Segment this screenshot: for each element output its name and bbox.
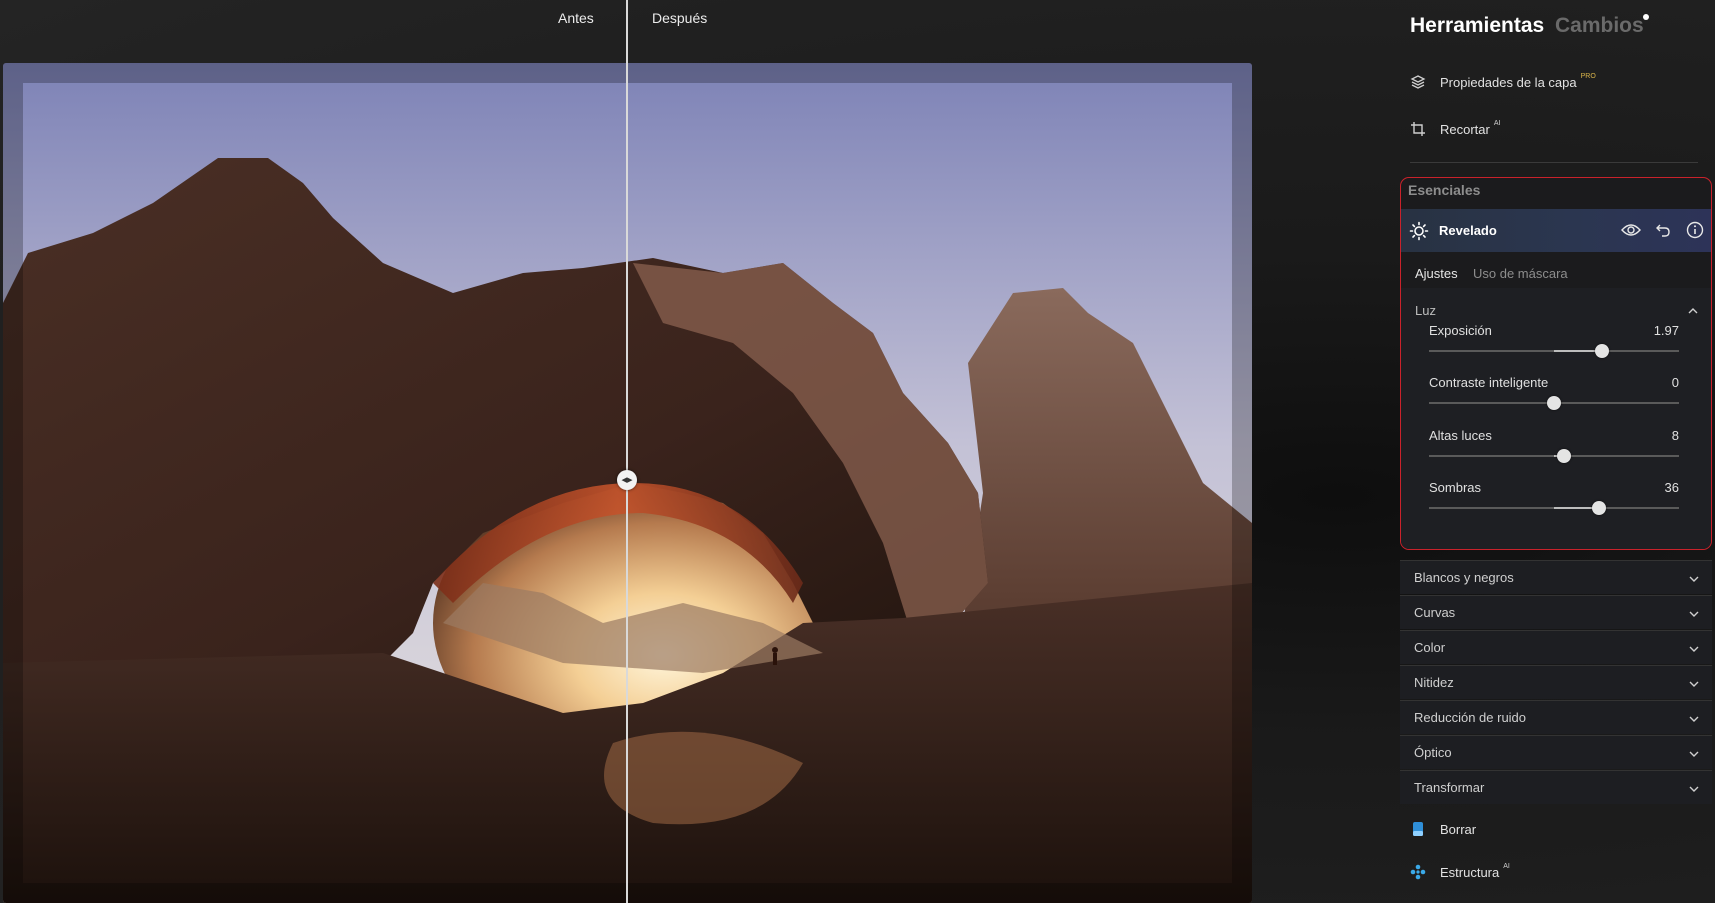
tab-changes[interactable]: Cambios (1555, 14, 1644, 38)
section-label: Óptico (1414, 745, 1452, 760)
compare-split-handle[interactable]: ◂▸ (617, 470, 637, 490)
ai-badge: AI (1503, 862, 1510, 870)
chevron-down-icon (1688, 572, 1700, 584)
section-transform[interactable]: Transformar (1400, 770, 1712, 804)
after-label: Después (652, 10, 708, 26)
structure-button[interactable]: Estructura AI (1410, 861, 1510, 883)
revelado-label: Revelado (1439, 223, 1497, 238)
section-curves[interactable]: Curvas (1400, 595, 1712, 629)
structure-label: Estructura (1440, 864, 1500, 880)
chevron-down-icon (1688, 747, 1700, 759)
slider-thumb[interactable] (1557, 449, 1571, 463)
chevron-up-icon[interactable] (1687, 304, 1699, 316)
section-label: Reducción de ruido (1414, 710, 1527, 725)
section-label: Blancos y negros (1414, 570, 1514, 585)
panel-divider (1410, 162, 1698, 163)
subtab-masking[interactable]: Uso de máscara (1473, 266, 1568, 281)
crop-label: Recortar (1440, 121, 1490, 137)
smart-contrast-slider[interactable]: Contraste inteligente 0 (1429, 375, 1679, 423)
slider-label: Contraste inteligente (1429, 375, 1549, 390)
slider-value[interactable]: 8 (1672, 428, 1679, 443)
section-label: Curvas (1414, 605, 1456, 620)
chevron-down-icon (1688, 642, 1700, 654)
section-sharpness[interactable]: Nitidez (1400, 665, 1712, 699)
slider-label: Altas luces (1429, 428, 1492, 443)
info-icon[interactable] (1685, 220, 1705, 240)
undo-icon[interactable] (1653, 220, 1673, 240)
chevron-down-icon (1688, 782, 1700, 794)
luz-section: Luz Exposición 1.97 Contraste inteligent… (1401, 288, 1711, 549)
section-label: Nitidez (1414, 675, 1454, 690)
luz-section-title[interactable]: Luz (1415, 303, 1436, 318)
photo-editor-window: Antes Después ◂▸ Herramientas Cambios Pr… (0, 0, 1715, 903)
section-label: Transformar (1414, 780, 1485, 795)
right-panel: Herramientas Cambios Propiedades de la c… (1400, 0, 1715, 903)
eye-icon[interactable] (1621, 220, 1641, 240)
chevron-down-icon (1688, 712, 1700, 724)
highlights-slider[interactable]: Altas luces 8 (1429, 428, 1679, 476)
revelado-tool-header[interactable]: Revelado (1401, 209, 1711, 252)
section-optics[interactable]: Óptico (1400, 735, 1712, 769)
shadows-slider[interactable]: Sombras 36 (1429, 480, 1679, 528)
crop-icon (1410, 121, 1426, 137)
slider-value[interactable]: 0 (1672, 375, 1679, 390)
layer-properties-button[interactable]: Propiedades de la capa PRO (1410, 71, 1596, 93)
structure-icon (1410, 864, 1426, 880)
slider-label: Sombras (1429, 480, 1482, 495)
sun-icon (1409, 221, 1429, 241)
compare-split-line[interactable] (626, 0, 628, 903)
exposure-slider[interactable]: Exposición 1.97 (1429, 323, 1679, 371)
section-whites-blacks[interactable]: Blancos y negros (1400, 560, 1712, 594)
layers-icon (1410, 74, 1426, 90)
revelado-actions (1621, 220, 1705, 240)
section-color[interactable]: Color (1400, 630, 1712, 664)
before-label: Antes (558, 10, 594, 26)
layer-properties-label: Propiedades de la capa (1440, 74, 1577, 90)
slider-value[interactable]: 1.97 (1654, 323, 1679, 338)
ai-badge: AI (1493, 119, 1501, 127)
slider-thumb[interactable] (1595, 344, 1609, 358)
section-label: Color (1414, 640, 1446, 655)
slider-value[interactable]: 36 (1665, 480, 1679, 495)
erase-button[interactable]: Borrar (1410, 818, 1476, 840)
slider-thumb[interactable] (1547, 396, 1561, 410)
essentials-group: Esenciales Revelado Ajustes Uso de másca… (1400, 177, 1712, 550)
slider-label: Exposición (1429, 323, 1492, 338)
chevron-down-icon (1688, 607, 1700, 619)
pro-badge: PRO (1580, 72, 1596, 80)
slider-thumb[interactable] (1592, 501, 1606, 515)
erase-label: Borrar (1440, 821, 1477, 837)
section-noise-reduction[interactable]: Reducción de ruido (1400, 700, 1712, 734)
tab-tools[interactable]: Herramientas (1410, 14, 1544, 38)
changes-indicator-dot (1643, 14, 1649, 20)
crop-button[interactable]: Recortar AI (1410, 118, 1500, 140)
chevron-down-icon (1688, 677, 1700, 689)
essentials-title: Esenciales (1408, 182, 1481, 198)
subtab-adjustments[interactable]: Ajustes (1415, 266, 1458, 281)
eraser-icon (1410, 821, 1426, 837)
